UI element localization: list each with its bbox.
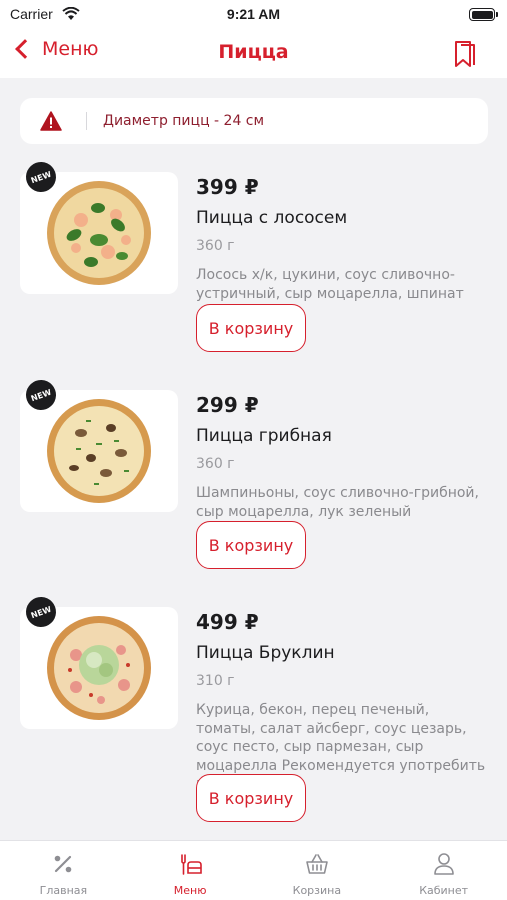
navigation-bar: Меню Пицца xyxy=(0,30,507,78)
product-name: Пицца грибная xyxy=(196,426,332,446)
user-icon xyxy=(433,853,454,875)
tab-label: Кабинет xyxy=(419,884,469,897)
tab-label: Корзина xyxy=(292,884,342,897)
banner-text: Диаметр пицц - 24 см xyxy=(103,113,265,129)
product-description: Лосось х/к, цукини, соус сливочно-устрич… xyxy=(196,267,464,302)
product-card[interactable]: NEW 399 ₽ Пицца с лососем 360 г Лосось х… xyxy=(0,157,507,372)
pizza-salmon-image xyxy=(47,181,151,285)
percent-icon xyxy=(55,855,72,873)
product-name: Пицца Бруклин xyxy=(196,643,335,663)
tab-menu[interactable]: Меню xyxy=(127,841,254,900)
product-card[interactable]: NEW 299 ₽ Пицца грибная 360 г Шампиньоны… xyxy=(0,375,507,590)
product-weight: 360 г xyxy=(196,456,235,472)
product-image[interactable]: NEW xyxy=(20,157,178,294)
menu-icon xyxy=(181,854,202,875)
banner-divider xyxy=(86,112,87,130)
page-title: Пицца xyxy=(218,41,289,63)
product-description: Шампиньоны, соус сливочно-грибной, сыр м… xyxy=(196,485,479,520)
tab-label: Меню xyxy=(173,884,207,897)
tab-home[interactable]: Главная xyxy=(0,841,127,900)
pizza-mushroom-image xyxy=(47,399,151,503)
tab-label: Главная xyxy=(39,884,88,897)
bookmark-icon[interactable] xyxy=(451,39,479,69)
product-name: Пицца с лососем xyxy=(196,208,348,228)
product-image[interactable]: NEW xyxy=(20,592,178,729)
add-to-cart-button[interactable]: В корзину xyxy=(196,521,306,569)
info-banner: Диаметр пицц - 24 см xyxy=(20,98,488,144)
product-price: 399 ₽ xyxy=(196,175,259,199)
tab-account[interactable]: Кабинет xyxy=(380,841,507,900)
product-weight: 310 г xyxy=(196,673,235,689)
status-bar: Carrier 9:21 AM xyxy=(0,0,507,30)
product-image[interactable]: NEW xyxy=(20,375,178,512)
warning-icon xyxy=(40,111,62,131)
status-time: 9:21 AM xyxy=(226,6,281,22)
tab-bar: Главная Меню Корзина Кабинет xyxy=(0,840,507,900)
add-to-cart-button[interactable]: В корзину xyxy=(196,774,306,822)
battery-icon xyxy=(469,8,498,21)
product-weight: 360 г xyxy=(196,238,235,254)
basket-icon xyxy=(306,854,328,874)
add-to-cart-button[interactable]: В корзину xyxy=(196,304,306,352)
product-price: 299 ₽ xyxy=(196,393,259,417)
product-card[interactable]: NEW 499 ₽ Пицца Бруклин 310 г Курица, бе… xyxy=(0,592,507,827)
tab-cart[interactable]: Корзина xyxy=(254,841,381,900)
pizza-brooklyn-image xyxy=(47,616,151,720)
product-price: 499 ₽ xyxy=(196,610,259,634)
